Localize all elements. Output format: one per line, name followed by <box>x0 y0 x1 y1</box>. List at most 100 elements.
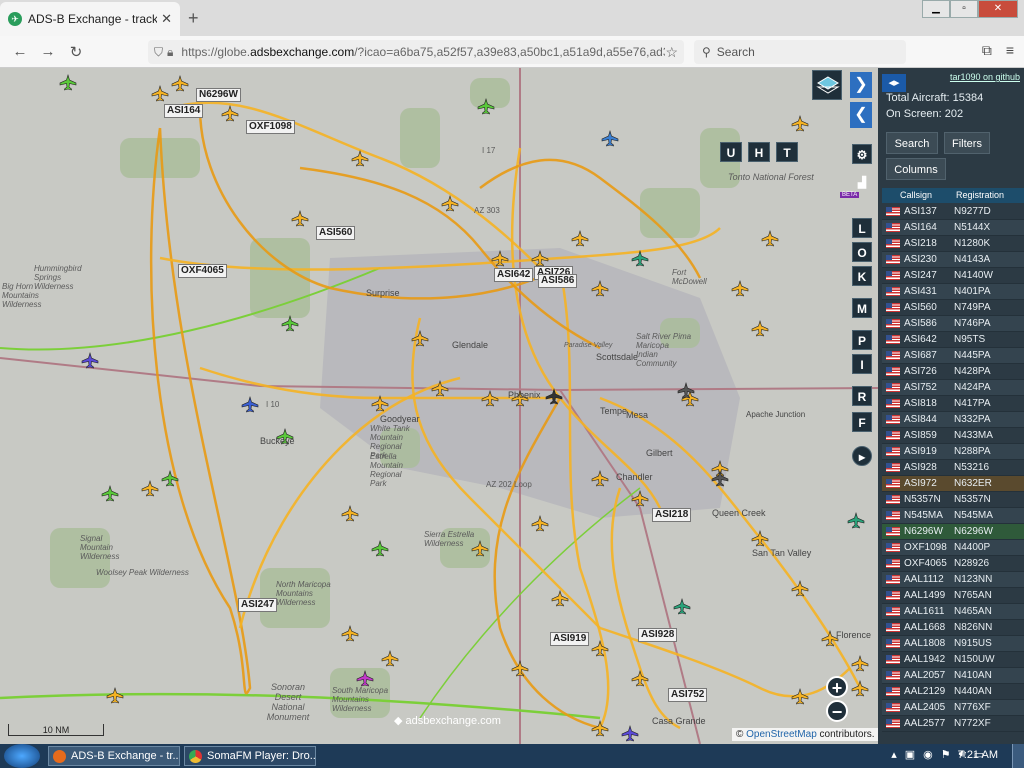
forward-arrow-icon[interactable]: → <box>34 43 62 60</box>
flight-map[interactable]: Tonto National Forest Surprise Glendale … <box>0 68 878 744</box>
toolbar-button-i[interactable]: I <box>852 354 872 374</box>
aircraft-table-row[interactable]: ASI859 N433MA <box>882 428 1024 444</box>
tray-flag-icon[interactable]: ⚑ <box>941 748 951 761</box>
toolbar-button-o[interactable]: O <box>852 242 872 262</box>
aircraft-label[interactable]: ASI642 <box>494 268 534 282</box>
toolbar-button-t[interactable]: T <box>776 142 798 162</box>
city-label: Florence <box>836 630 872 640</box>
aircraft-table-row[interactable]: N5357N N5357N <box>882 492 1024 508</box>
toolbar-button-l[interactable]: L <box>852 218 872 238</box>
layers-button[interactable] <box>812 70 842 100</box>
aircraft-table-row[interactable]: ASI586 N746PA <box>882 316 1024 332</box>
tracking-shield-icon[interactable]: ⛉ <box>154 45 163 60</box>
bookmark-star-icon[interactable]: ☆ <box>665 44 678 61</box>
browser-search-box[interactable]: ⚲ Search <box>694 40 906 64</box>
tray-expand-icon[interactable]: ▴ <box>891 748 897 761</box>
url-text: https://globe.adsbexchange.com/?icao=a6b… <box>181 45 666 59</box>
aircraft-table-row[interactable]: AAL1668 N826NN <box>882 620 1024 636</box>
browser-tab[interactable]: ✈ ADS-B Exchange - track aircraft ✕ <box>0 2 180 36</box>
aircraft-table-row[interactable]: AAL2129 N440AN <box>882 684 1024 700</box>
aircraft-table-row[interactable]: AAL1942 N150UW <box>882 652 1024 668</box>
openstreetmap-link[interactable]: OpenStreetMap <box>746 729 817 740</box>
collapse-chevron-left-icon[interactable]: ❮ <box>850 102 872 128</box>
aircraft-label[interactable]: ASI560 <box>316 226 356 240</box>
aircraft-label[interactable]: OXF4065 <box>178 264 227 278</box>
expand-sidebar-chevron-right-icon[interactable]: ❯ <box>850 72 872 98</box>
reload-icon[interactable]: ↻ <box>62 43 90 61</box>
aircraft-label[interactable]: ASI752 <box>668 688 708 702</box>
map-canvas[interactable] <box>0 68 878 744</box>
sidebar-toggle-button[interactable]: ◂▸ <box>882 74 906 92</box>
minimize-button[interactable]: ▁ <box>922 0 950 18</box>
taskbar-item-chrome[interactable]: SomaFM Player: Dro... <box>184 746 316 766</box>
aircraft-label[interactable]: ASI928 <box>638 628 678 642</box>
aircraft-label[interactable]: OXF1098 <box>246 120 295 134</box>
toolbar-button-u[interactable]: U <box>720 142 742 162</box>
aircraft-table-row[interactable]: AAL2405 N776XF <box>882 700 1024 716</box>
url-bar[interactable]: ⛉ 🔒︎ https://globe.adsbexchange.com/?ica… <box>148 40 684 64</box>
toolbar-button-r[interactable]: R <box>852 386 872 406</box>
new-tab-button[interactable]: + <box>188 8 199 29</box>
aircraft-table-row[interactable]: ASI164 N5144X <box>882 220 1024 236</box>
taskbar-clock[interactable]: 7:21 AM <box>958 749 998 761</box>
aircraft-label[interactable]: ASI586 <box>538 274 578 288</box>
maximize-button[interactable]: ▫ <box>950 0 978 18</box>
aircraft-table-row[interactable]: OXF4065 N28926 <box>882 556 1024 572</box>
aircraft-table-row[interactable]: ASI928 N53216 <box>882 460 1024 476</box>
column-header-registration[interactable]: Registration <box>950 188 1010 203</box>
toolbar-button-h[interactable]: H <box>748 142 770 162</box>
aircraft-table-row[interactable]: ASI818 N417PA <box>882 396 1024 412</box>
back-arrow-icon[interactable]: ← <box>6 43 34 60</box>
tab-close-icon[interactable]: ✕ <box>157 11 172 27</box>
aircraft-table-row[interactable]: ASI726 N428PA <box>882 364 1024 380</box>
aircraft-table-row[interactable]: AAL1808 N915US <box>882 636 1024 652</box>
aircraft-table-row[interactable]: ASI752 N424PA <box>882 380 1024 396</box>
github-link[interactable]: tar1090 on github <box>950 72 1020 82</box>
columns-button[interactable]: Columns <box>886 158 946 180</box>
aircraft-table-row[interactable]: ASI218 N1280K <box>882 236 1024 252</box>
aircraft-table-row[interactable]: OXF1098 N4400P <box>882 540 1024 556</box>
aircraft-table-row[interactable]: ASI844 N332PA <box>882 412 1024 428</box>
filters-button[interactable]: Filters <box>944 132 990 154</box>
replay-play-icon[interactable]: ▸ <box>852 446 872 466</box>
tray-app-icon[interactable]: ◉ <box>923 748 933 761</box>
aircraft-label[interactable]: ASI164 <box>164 104 204 118</box>
aircraft-table-row[interactable]: ASI919 N288PA <box>882 444 1024 460</box>
menu-icon[interactable]: ≡ <box>1006 42 1014 59</box>
aircraft-table-row[interactable]: AAL2577 N772XF <box>882 716 1024 732</box>
toolbar-button-p[interactable]: P <box>852 330 872 350</box>
aircraft-table-row[interactable]: AAL1611 N465AN <box>882 604 1024 620</box>
toolbar-button-k[interactable]: K <box>852 266 872 286</box>
aircraft-table-row[interactable]: ASI137 N9277D <box>882 204 1024 220</box>
column-header-callsign[interactable]: Callsign <box>882 188 950 203</box>
search-button[interactable]: Search <box>886 132 938 154</box>
aircraft-table-row[interactable]: N545MA N545MA <box>882 508 1024 524</box>
toolbar-button-m[interactable]: M <box>852 298 872 318</box>
show-desktop-button[interactable] <box>1012 744 1024 768</box>
aircraft-table-row[interactable]: AAL1499 N765AN <box>882 588 1024 604</box>
aircraft-table-row[interactable]: ASI687 N445PA <box>882 348 1024 364</box>
taskbar-item-firefox[interactable]: ADS-B Exchange - tr... <box>48 746 180 766</box>
window-close-button[interactable]: ✕ <box>978 0 1018 18</box>
lock-icon[interactable]: 🔒︎ <box>167 45 173 60</box>
aircraft-table-row[interactable]: ASI642 N95TS <box>882 332 1024 348</box>
aircraft-table-row[interactable]: AAL2057 N410AN <box>882 668 1024 684</box>
tray-security-icon[interactable]: ▣ <box>905 748 915 761</box>
zoom-out-button[interactable]: − <box>826 700 848 722</box>
aircraft-table-row[interactable]: ASI972 N632ER <box>882 476 1024 492</box>
aircraft-table-row[interactable]: ASI560 N749PA <box>882 300 1024 316</box>
zoom-in-button[interactable]: + <box>826 676 848 698</box>
extensions-icon[interactable]: ⧉ <box>982 42 992 59</box>
start-button[interactable] <box>4 744 40 768</box>
aircraft-label[interactable]: ASI919 <box>550 632 590 646</box>
aircraft-table-row[interactable]: N6296W N6296W <box>882 524 1024 540</box>
aircraft-table-row[interactable]: ASI230 N4143A <box>882 252 1024 268</box>
aircraft-table-row[interactable]: AAL1112 N123NN <box>882 572 1024 588</box>
aircraft-table-row[interactable]: ASI431 N401PA <box>882 284 1024 300</box>
aircraft-table-row[interactable]: ASI247 N4140W <box>882 268 1024 284</box>
toolbar-button-f[interactable]: F <box>852 412 872 432</box>
settings-gear-icon[interactable]: ⚙ <box>852 144 872 164</box>
aircraft-label[interactable]: ASI247 <box>238 598 278 612</box>
aircraft-label[interactable]: N6296W <box>196 88 241 102</box>
aircraft-label[interactable]: ASI218 <box>652 508 692 522</box>
